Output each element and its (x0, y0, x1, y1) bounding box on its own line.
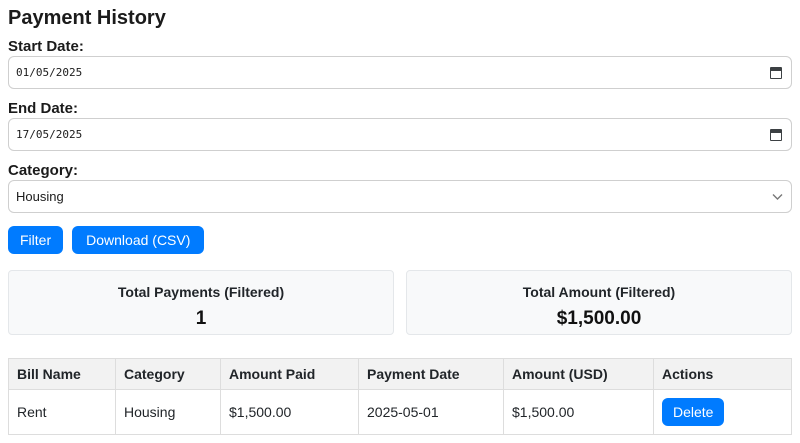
start-date-input[interactable] (8, 56, 792, 89)
cell-amount-paid: $1,500.00 (220, 389, 359, 435)
header-amount-paid: Amount Paid (220, 358, 359, 390)
header-actions: Actions (653, 358, 792, 390)
start-date-field (8, 56, 792, 89)
cell-category: Housing (115, 389, 221, 435)
category-field: Housing (8, 180, 792, 213)
page-title: Payment History (8, 7, 166, 29)
calendar-icon[interactable] (770, 128, 782, 141)
total-amount-value: $1,500.00 (556, 308, 642, 329)
download-csv-button[interactable]: Download (CSV) (72, 226, 205, 254)
total-amount-card: Total Amount (Filtered) $1,500.00 (406, 270, 792, 335)
table-row: Rent Housing $1,500.00 2025-05-01 $1,500… (8, 389, 792, 435)
cell-bill-name: Rent (8, 389, 116, 435)
header-category: Category (115, 358, 221, 390)
end-date-field (8, 118, 792, 151)
filter-button[interactable]: Filter (8, 226, 64, 254)
start-date-label: Start Date: (8, 38, 84, 55)
header-bill-name: Bill Name (8, 358, 116, 390)
cell-amount-usd: $1,500.00 (503, 389, 654, 435)
cell-payment-date: 2025-05-01 (358, 389, 504, 435)
end-date-input[interactable] (8, 118, 792, 151)
end-date-label: End Date: (8, 100, 79, 117)
total-payments-card: Total Payments (Filtered) 1 (8, 270, 394, 335)
header-payment-date: Payment Date (358, 358, 504, 390)
category-label: Category: (8, 162, 79, 179)
total-amount-label: Total Amount (Filtered) (522, 284, 676, 300)
total-payments-label: Total Payments (Filtered) (117, 284, 285, 300)
total-payments-value: 1 (195, 308, 207, 329)
delete-button[interactable]: Delete (662, 398, 725, 426)
filter-actions-row: Filter Download (CSV) (8, 226, 792, 254)
category-select[interactable]: Housing (8, 180, 792, 213)
table-header-row: Bill Name Category Amount Paid Payment D… (8, 358, 792, 390)
calendar-icon[interactable] (770, 66, 782, 79)
summary-cards-row: Total Payments (Filtered) 1 Total Amount… (8, 270, 792, 335)
cell-actions: Delete (653, 389, 792, 435)
header-amount-usd: Amount (USD) (503, 358, 654, 390)
payments-table: Bill Name Category Amount Paid Payment D… (8, 358, 792, 435)
